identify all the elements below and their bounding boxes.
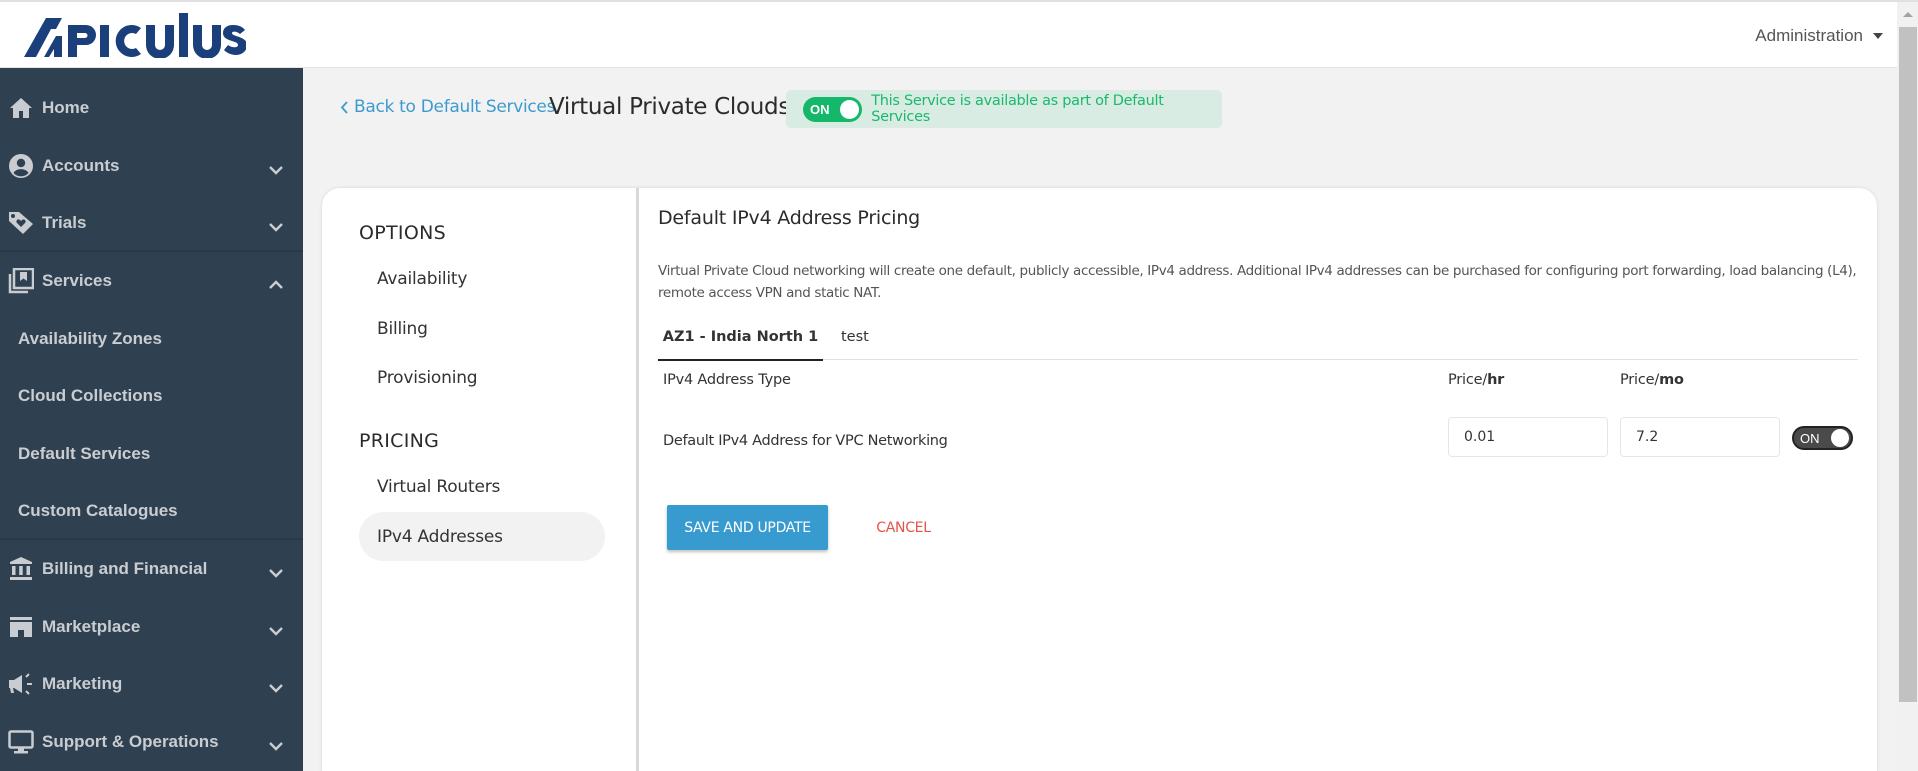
column-header-unit: mo: [1659, 372, 1684, 388]
chevron-left-icon: [340, 101, 348, 114]
option-ipv4-addresses[interactable]: IPv4 Addresses: [359, 512, 605, 561]
scroll-up-arrow-icon[interactable]: [1903, 12, 1913, 17]
price-per-month-input[interactable]: [1620, 417, 1780, 457]
pricing-section-header: PRICING: [359, 430, 439, 452]
column-header-prefix: Price/: [1620, 372, 1659, 388]
tag-icon: [8, 211, 34, 235]
store-icon: [8, 615, 34, 639]
column-header-price-mo: Price/mo: [1620, 372, 1684, 388]
monitor-icon: [8, 730, 34, 754]
sidebar-subitem-default-services[interactable]: Default Services: [0, 425, 303, 482]
administration-menu[interactable]: Administration: [1755, 26, 1883, 46]
service-status-text: This Service is available as part of Def…: [871, 93, 1222, 125]
tab-label: AZ1 - India North 1: [663, 329, 818, 345]
sidebar-subitem-availability-zones[interactable]: Availability Zones: [0, 310, 303, 367]
administration-label: Administration: [1755, 26, 1863, 46]
tab-test[interactable]: test: [841, 326, 869, 360]
chevron-down-icon: [269, 678, 283, 697]
sidebar-subitem-label: Cloud Collections: [18, 386, 163, 406]
save-and-update-button[interactable]: SAVE AND UPDATE: [667, 505, 828, 550]
sidebar-item-label: Marketing: [42, 674, 122, 694]
sidebar-item-marketplace[interactable]: Marketplace: [0, 598, 303, 655]
chevron-down-icon: [269, 736, 283, 755]
user-circle-icon: [8, 154, 34, 178]
column-header-prefix: Price/: [1448, 372, 1487, 388]
sidebar-item-label: Services: [42, 271, 112, 291]
chevron-up-icon: [269, 275, 283, 294]
chevron-down-icon: [269, 563, 283, 582]
sidebar-item-services[interactable]: Services: [0, 252, 303, 309]
top-header: Administration: [0, 2, 1897, 68]
sidebar-item-label: Billing and Financial: [42, 559, 207, 579]
toggle-label: ON: [810, 102, 830, 117]
option-provisioning[interactable]: Provisioning: [377, 368, 477, 388]
back-to-default-services-link[interactable]: Back to Default Services: [340, 97, 555, 117]
sidebar-item-accounts[interactable]: Accounts: [0, 137, 303, 194]
sidebar-item-support-and-operations[interactable]: Support & Operations: [0, 713, 303, 770]
sidebar-item-label: Home: [42, 98, 89, 118]
apiculus-logo[interactable]: [24, 12, 246, 58]
chevron-down-icon: [269, 217, 283, 236]
option-availability[interactable]: Availability: [377, 269, 467, 289]
availability-zone-tabs: AZ1 - India North 1 test: [658, 326, 1858, 360]
chevron-down-icon: [269, 621, 283, 640]
sidebar-nav: Home Accounts Trials Services Availabili…: [0, 68, 303, 771]
toggle-label: ON: [1800, 431, 1820, 446]
toggle-knob: [840, 100, 859, 119]
sidebar-subitem-label: Availability Zones: [18, 329, 162, 349]
page-scrollbar[interactable]: [1897, 2, 1918, 771]
column-header-ipv4-type: IPv4 Address Type: [663, 372, 791, 388]
row-enable-toggle[interactable]: ON: [1792, 426, 1853, 450]
megaphone-icon: [8, 672, 34, 696]
home-icon: [8, 96, 34, 120]
sidebar-item-label: Support & Operations: [42, 732, 219, 752]
sidebar-item-billing-and-financial[interactable]: Billing and Financial: [0, 540, 303, 597]
services-icon: [8, 269, 34, 293]
card-vertical-divider: [636, 188, 639, 771]
option-billing[interactable]: Billing: [377, 319, 428, 339]
content-title: Default IPv4 Address Pricing: [658, 207, 920, 229]
sidebar-item-trials[interactable]: Trials: [0, 194, 303, 251]
column-header-unit: hr: [1487, 372, 1504, 388]
chevron-down-icon: [269, 160, 283, 179]
service-availability-toggle[interactable]: ON: [803, 97, 862, 122]
column-header-price-hr: Price/hr: [1448, 372, 1504, 388]
sidebar-item-label: Marketplace: [42, 617, 140, 637]
page-title: Virtual Private Clouds: [549, 94, 790, 120]
sidebar-item-label: Trials: [42, 213, 86, 233]
option-virtual-routers[interactable]: Virtual Routers: [377, 477, 500, 497]
price-per-hour-input[interactable]: [1448, 417, 1608, 457]
sidebar-subitem-label: Custom Catalogues: [18, 501, 178, 521]
caret-down-icon: [1873, 33, 1883, 39]
cancel-button[interactable]: CANCEL: [866, 505, 941, 550]
option-ipv4-addresses-label: IPv4 Addresses: [377, 527, 503, 547]
back-link-label: Back to Default Services: [354, 97, 555, 117]
content-description: Virtual Private Cloud networking will cr…: [658, 260, 1858, 304]
toggle-knob: [1831, 429, 1849, 447]
sidebar-subitem-label: Default Services: [18, 444, 150, 464]
sidebar-subitem-custom-catalogues[interactable]: Custom Catalogues: [0, 482, 303, 539]
bank-icon: [8, 557, 34, 581]
sidebar-item-home[interactable]: Home: [0, 79, 303, 136]
tab-az1-india-north-1[interactable]: AZ1 - India North 1: [658, 326, 823, 361]
sidebar-item-label: Accounts: [42, 156, 119, 176]
service-status-banner: ON This Service is available as part of …: [786, 90, 1222, 128]
scrollbar-thumb[interactable]: [1899, 27, 1917, 702]
sidebar-item-marketing[interactable]: Marketing: [0, 655, 303, 712]
sidebar-subitem-cloud-collections[interactable]: Cloud Collections: [0, 367, 303, 424]
tab-label: test: [841, 329, 869, 345]
options-section-header: OPTIONS: [359, 222, 446, 244]
row-ipv4-type-label: Default IPv4 Address for VPC Networking: [663, 433, 948, 449]
